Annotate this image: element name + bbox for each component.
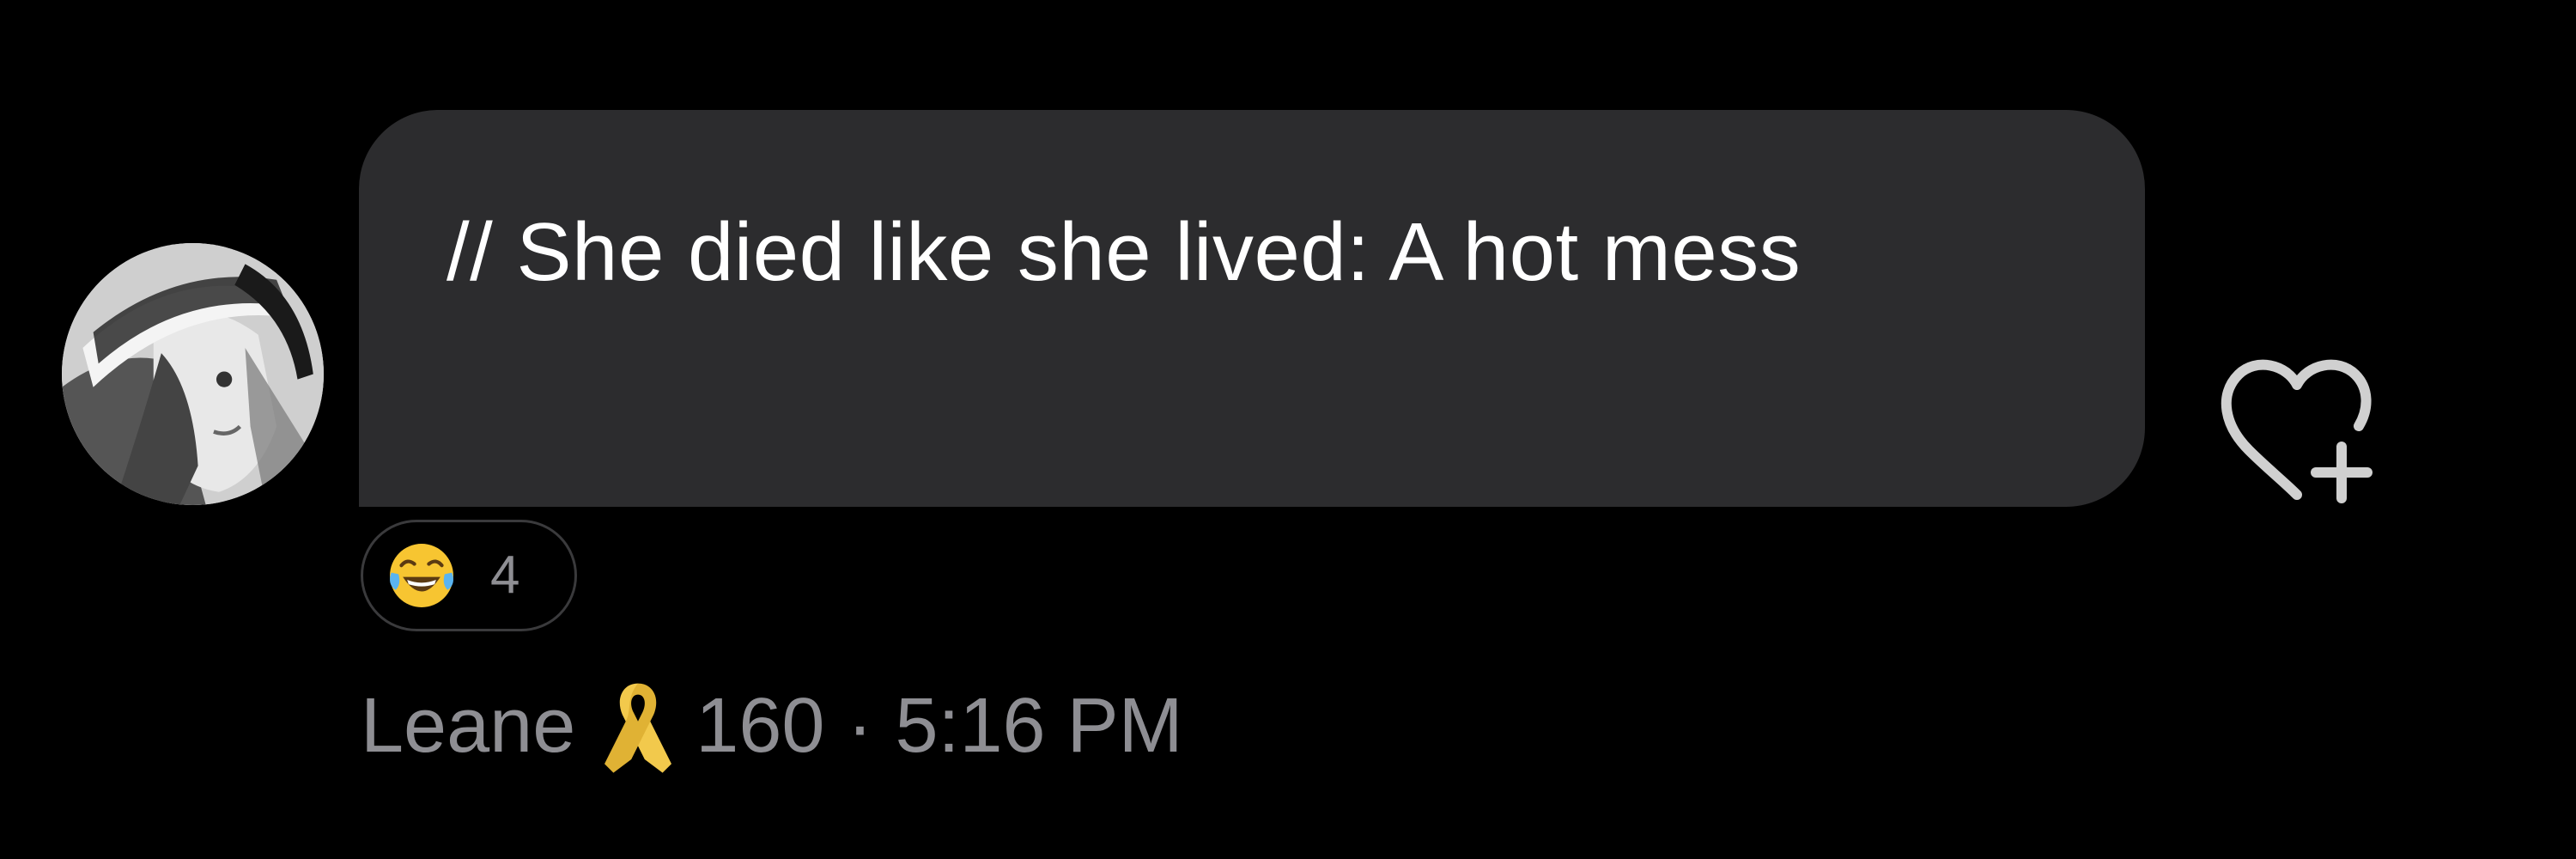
- avatar-image: [62, 243, 324, 505]
- heart-plus-icon: [2221, 359, 2372, 503]
- reaction-count: 4: [490, 545, 520, 605]
- message-time: 5:16 PM: [895, 683, 1183, 769]
- author-score: 160: [696, 683, 825, 769]
- avatar[interactable]: [62, 243, 324, 505]
- message-meta: Leane 160 · 5:16 PM: [361, 679, 1183, 773]
- message-text: // She died like she lived: A hot mess: [447, 206, 1801, 298]
- yellow-ribbon-icon: [605, 683, 672, 773]
- author-name[interactable]: Leane: [361, 687, 575, 765]
- face-with-tears-of-joy-icon: [390, 544, 453, 607]
- meta-separator: ·: [847, 683, 873, 769]
- add-reaction-button[interactable]: [2211, 350, 2383, 505]
- reaction-chip[interactable]: 4: [361, 520, 577, 631]
- message-row: // She died like she lived: A hot mess 4…: [0, 0, 2576, 859]
- message-bubble[interactable]: // She died like she lived: A hot mess: [359, 110, 2145, 507]
